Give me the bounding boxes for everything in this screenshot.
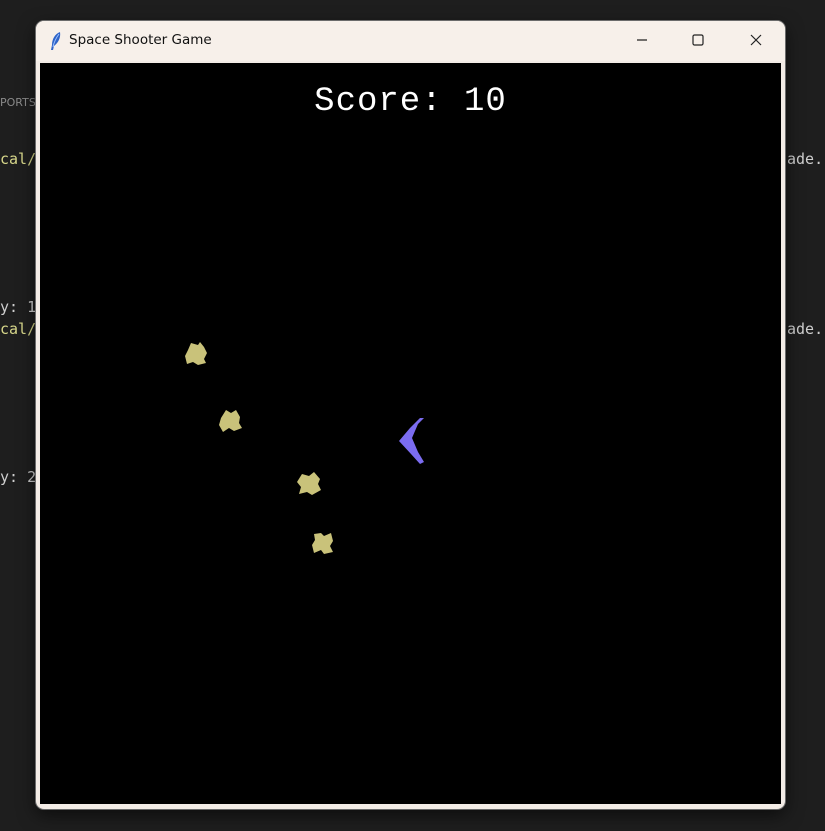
title-bar[interactable]: Space Shooter Game	[36, 21, 785, 61]
close-icon	[750, 34, 762, 46]
bg-terminal-line: y: 1	[0, 298, 37, 316]
minimize-button[interactable]	[614, 21, 670, 59]
bg-terminal-line: y: 2	[0, 468, 37, 486]
asteroid-icon	[219, 410, 242, 432]
game-window: Space Shooter Game Score: 10	[36, 21, 785, 809]
minimize-icon	[636, 34, 648, 46]
feather-icon	[49, 31, 63, 51]
bg-terminal-file: ade.	[787, 150, 824, 168]
bg-terminal-file: ade.	[787, 320, 824, 338]
maximize-icon	[692, 34, 704, 46]
bg-terminal-path: cal/	[0, 150, 37, 168]
asteroid-icon	[185, 342, 207, 365]
maximize-button[interactable]	[670, 21, 726, 59]
asteroid-icon	[297, 472, 321, 495]
asteroid-icon	[312, 533, 333, 554]
close-button[interactable]	[728, 21, 784, 59]
bg-terminal-path: cal/	[0, 320, 37, 338]
bg-ports-text: PORTS	[0, 96, 36, 109]
score-display: Score: 10	[314, 83, 507, 121]
window-title: Space Shooter Game	[69, 32, 212, 48]
spaceship-icon	[399, 418, 424, 464]
game-canvas[interactable]: Score: 10	[40, 63, 781, 804]
